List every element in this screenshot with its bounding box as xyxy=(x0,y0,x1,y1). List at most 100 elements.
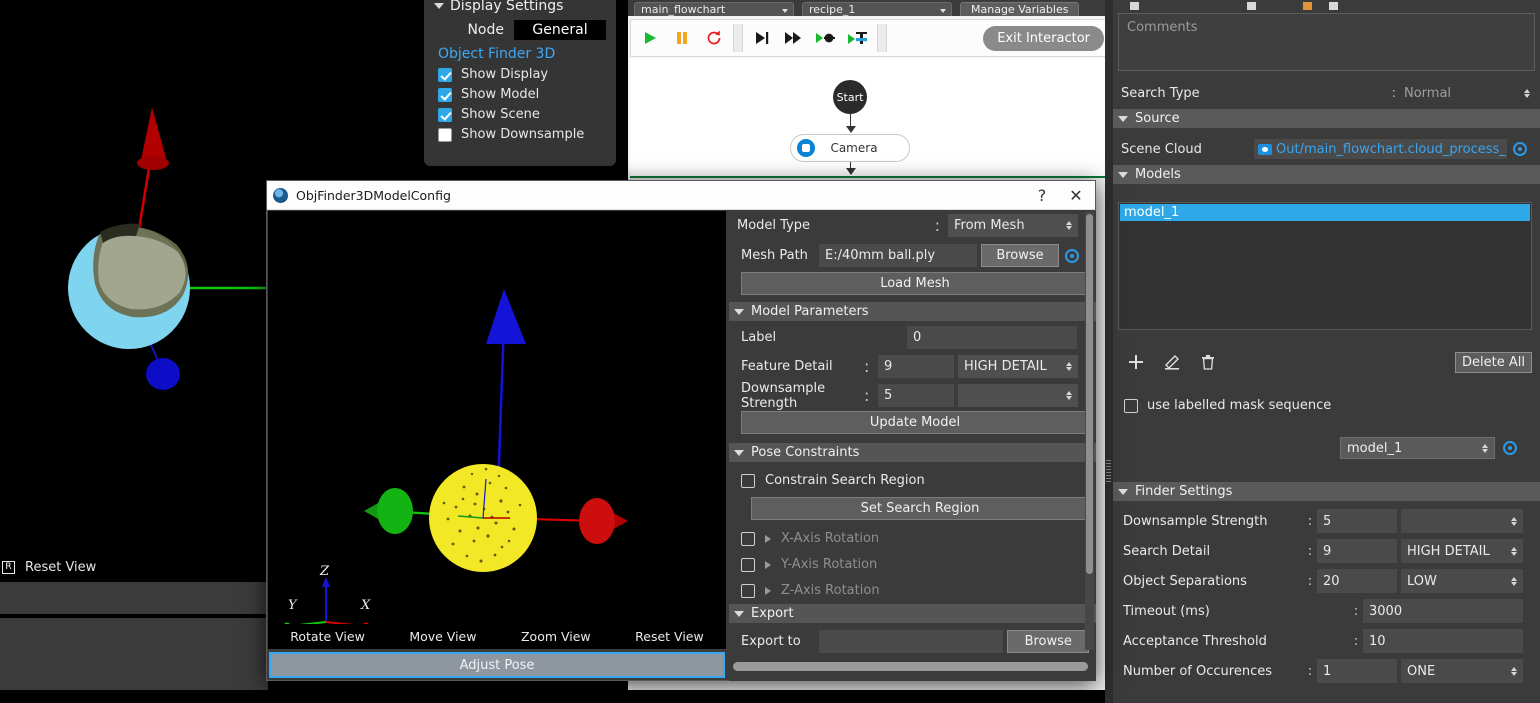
search-type-row[interactable]: Search Type : Normal xyxy=(1113,78,1540,108)
pose-constraints-header[interactable]: Pose Constraints xyxy=(729,443,1096,462)
row-combo[interactable]: ONE xyxy=(1401,659,1523,683)
row-value-input[interactable]: 5 xyxy=(1317,509,1397,533)
topbar-icon-4[interactable] xyxy=(1329,2,1338,10)
comments-field[interactable]: Comments xyxy=(1118,13,1535,71)
help-button[interactable]: ? xyxy=(1029,186,1055,205)
add-model-button[interactable] xyxy=(1118,349,1154,375)
checkbox-show-display[interactable]: Show Display xyxy=(438,67,606,82)
splitter-grip-icon[interactable] xyxy=(1106,460,1111,482)
mesh-path-browse-button[interactable]: Browse xyxy=(981,244,1059,267)
expand-triangle-icon xyxy=(765,534,771,543)
toolbar-grip-2[interactable] xyxy=(877,24,887,52)
adjust-pose-button[interactable]: Adjust Pose xyxy=(269,652,725,678)
row-value-input[interactable]: 20 xyxy=(1317,569,1397,593)
search-type-value[interactable]: Normal xyxy=(1404,86,1524,101)
node-selector-row[interactable]: Node General xyxy=(434,20,606,40)
load-mesh-button[interactable]: Load Mesh xyxy=(741,272,1089,295)
run-to-breakpoint-icon[interactable] xyxy=(845,25,871,51)
row-value-input[interactable]: 9 xyxy=(1317,539,1397,563)
export-to-input[interactable] xyxy=(818,630,1004,653)
y-axis-rotation-row[interactable]: Y-Axis Rotation xyxy=(741,551,877,578)
fast-forward-icon[interactable] xyxy=(781,25,807,51)
export-browse-button[interactable]: Browse xyxy=(1007,630,1089,653)
use-labelled-mask-row[interactable]: use labelled mask sequence xyxy=(1124,398,1331,413)
row-combo[interactable]: LOW xyxy=(1401,569,1523,593)
downsample-strength-input[interactable]: 5 xyxy=(878,384,954,407)
topbar-icon-1[interactable] xyxy=(1130,2,1139,10)
dialog-scrollbar-thumb[interactable] xyxy=(1086,214,1093,574)
flowchart-canvas[interactable]: Start Camera xyxy=(630,58,1111,176)
feature-detail-combo[interactable]: HIGH DETAIL xyxy=(958,355,1078,378)
feature-detail-input[interactable]: 9 xyxy=(878,355,954,378)
flowchart-select[interactable]: main_flowchart xyxy=(634,2,794,16)
mesh-path-input[interactable]: E:/40mm ball.ply xyxy=(819,244,977,267)
scene-cloud-value-field[interactable]: Out/main_flowchart.cloud_process_node, xyxy=(1254,139,1507,159)
dialog-titlebar[interactable]: ObjFinder3DModelConfig ? ✕ xyxy=(267,181,1095,210)
finder-settings-header[interactable]: Finder Settings xyxy=(1113,482,1540,501)
expand-triangle-icon xyxy=(765,586,771,595)
source-section-header[interactable]: Source xyxy=(1113,109,1540,128)
checkbox-label: Show Scene xyxy=(461,107,540,122)
topbar-icon-2[interactable] xyxy=(1247,2,1256,10)
delete-model-button[interactable] xyxy=(1190,349,1226,375)
reset-view-label[interactable]: Reset View xyxy=(635,629,704,644)
models-section-header[interactable]: Models xyxy=(1113,165,1540,184)
node-value[interactable]: General xyxy=(514,20,606,40)
downsample-strength-combo[interactable] xyxy=(958,384,1078,407)
row-value-input[interactable]: 10 xyxy=(1363,629,1523,653)
set-search-region-button[interactable]: Set Search Region xyxy=(751,497,1089,520)
model-target-icon[interactable] xyxy=(1503,441,1517,455)
toolbar-grip[interactable] xyxy=(733,24,743,52)
model-parameters-header[interactable]: Model Parameters xyxy=(729,302,1096,321)
export-header[interactable]: Export xyxy=(729,604,1096,623)
exit-interactor-button[interactable]: Exit Interactor xyxy=(983,25,1104,51)
z-axis-rotation-row[interactable]: Z-Axis Rotation xyxy=(741,577,880,604)
label-field-input[interactable]: 0 xyxy=(907,326,1077,349)
list-item[interactable]: model_1 xyxy=(1120,204,1530,221)
edit-model-button[interactable] xyxy=(1154,349,1190,375)
models-list[interactable]: model_1 xyxy=(1118,202,1532,330)
display-settings-title-row[interactable]: Display Settings xyxy=(434,0,606,14)
move-view-label[interactable]: Move View xyxy=(409,629,476,644)
checkbox-show-scene[interactable]: Show Scene xyxy=(438,107,606,122)
row-value-input[interactable]: 1 xyxy=(1317,659,1397,683)
run-to-node-icon[interactable] xyxy=(813,25,839,51)
pause-icon[interactable] xyxy=(669,25,695,51)
model-type-combo[interactable]: From Mesh xyxy=(948,214,1078,237)
mesh-path-row: Mesh Path E:/40mm ball.ply Browse xyxy=(729,242,1084,269)
panel-splitter[interactable] xyxy=(1105,0,1113,703)
flowchart-node-camera[interactable]: Camera xyxy=(790,134,910,162)
step-icon[interactable] xyxy=(749,25,775,51)
row-combo[interactable] xyxy=(1401,509,1523,533)
camera-source-icon xyxy=(1258,143,1272,155)
reset-icon[interactable] xyxy=(701,25,727,51)
search-type-spinner-icon[interactable] xyxy=(1524,88,1530,98)
close-icon[interactable]: ✕ xyxy=(1063,186,1089,205)
chevron-down-icon xyxy=(1066,362,1072,371)
flowchart-node-start[interactable]: Start xyxy=(833,80,867,114)
model-select-dropdown[interactable]: model_1 xyxy=(1340,437,1495,459)
zoom-view-label[interactable]: Zoom View xyxy=(521,629,591,644)
mesh-path-target-icon[interactable] xyxy=(1065,248,1079,263)
x-axis-rotation-row[interactable]: X-Axis Rotation xyxy=(741,525,879,552)
manage-variables-button[interactable]: Manage Variables xyxy=(960,2,1080,16)
row-combo[interactable]: HIGH DETAIL xyxy=(1401,539,1523,563)
update-model-button[interactable]: Update Model xyxy=(741,411,1089,434)
object-finder-3d-link[interactable]: Object Finder 3D xyxy=(438,46,606,62)
checkbox-show-downsample[interactable]: Show Downsample xyxy=(438,127,606,142)
recipe-select[interactable]: recipe_1 xyxy=(802,2,952,16)
delete-all-button[interactable]: Delete All xyxy=(1455,351,1532,373)
play-icon[interactable] xyxy=(637,25,663,51)
row-value-input[interactable]: 3000 xyxy=(1363,599,1523,623)
model-select-value: model_1 xyxy=(1347,440,1403,456)
checkbox-show-model[interactable]: Show Model xyxy=(438,87,606,102)
scene-cloud-target-icon[interactable] xyxy=(1513,142,1527,156)
rotate-view-label[interactable]: Rotate View xyxy=(290,629,365,644)
dialog-horizontal-scrollbar[interactable] xyxy=(733,662,1088,671)
mesh-path-label: Mesh Path xyxy=(741,248,808,263)
model-3d-viewport[interactable]: Z X Y xyxy=(268,211,726,649)
topbar-icon-3[interactable] xyxy=(1303,2,1312,10)
constrain-search-region-row[interactable]: Constrain Search Region xyxy=(741,467,925,494)
checkbox-icon xyxy=(438,67,452,82)
bottom-filler xyxy=(0,690,1113,703)
